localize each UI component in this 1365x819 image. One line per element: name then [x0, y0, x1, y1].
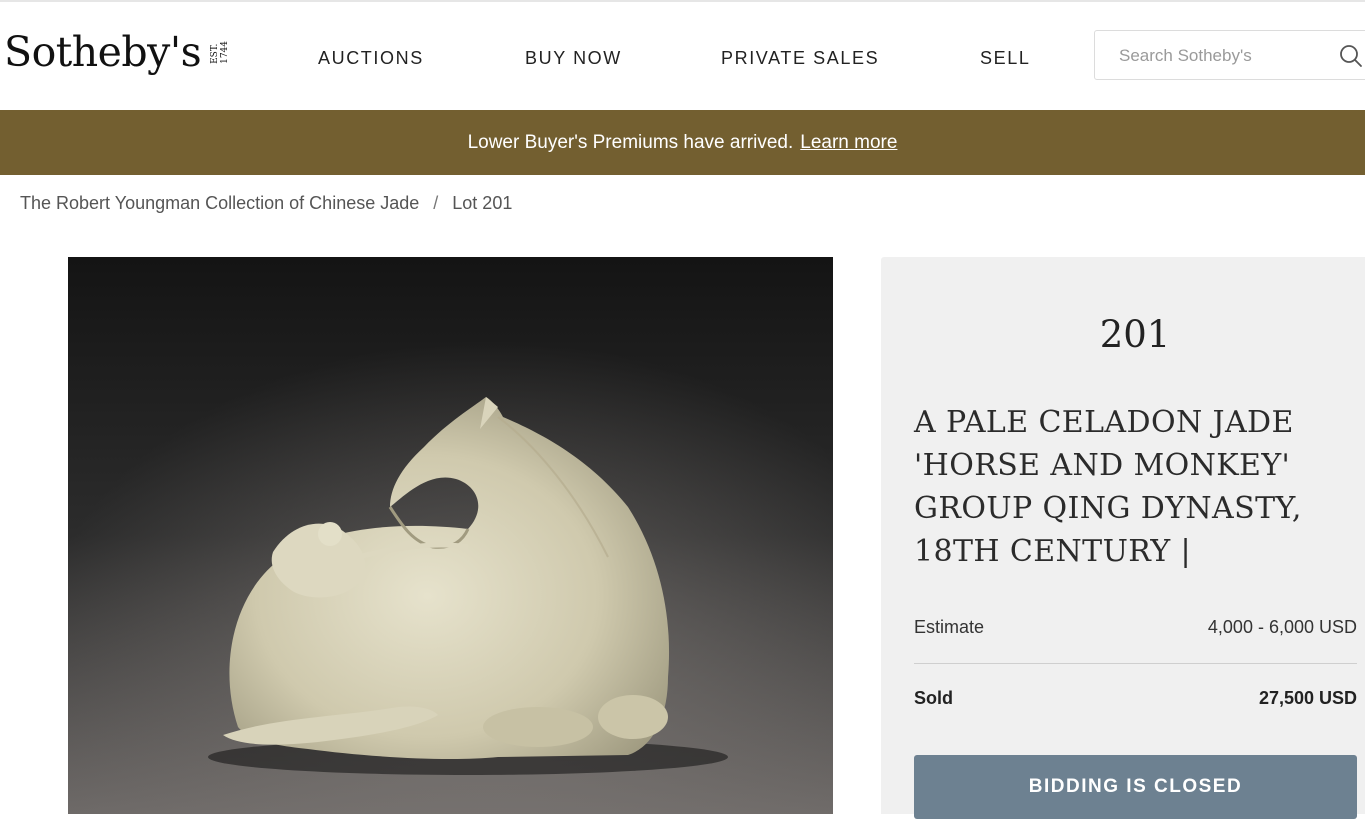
promo-banner: Lower Buyer's Premiums have arrived. Lea…: [0, 110, 1365, 175]
lot-number: 201: [1099, 313, 1171, 356]
breadcrumb-lot: Lot 201: [452, 193, 513, 213]
bidding-closed-button[interactable]: BIDDING IS CLOSED: [914, 755, 1357, 819]
breadcrumb-collection[interactable]: The Robert Youngman Collection of Chines…: [20, 193, 419, 213]
sold-label: Sold: [914, 688, 953, 708]
logo-established: EST. 1744: [210, 41, 230, 64]
divider: [914, 663, 1357, 664]
estimate-value: 4,000 - 6,000 USD: [1207, 617, 1357, 637]
logo-est-label: EST.: [210, 43, 221, 64]
site-header: Sotheby's EST. 1744 AUCTIONS BUY NOW PRI…: [0, 2, 1365, 110]
search-box: [1094, 30, 1365, 81]
nav-auctions[interactable]: AUCTIONS: [318, 48, 424, 69]
breadcrumb: The Robert Youngman Collection of Chines…: [20, 193, 512, 214]
lot-image[interactable]: [68, 257, 833, 814]
jade-horse-and-monkey-photo: [68, 257, 833, 814]
breadcrumb-separator: /: [433, 193, 439, 213]
estimate-label: Estimate: [914, 617, 985, 637]
lot-title: A PALE CELADON JADE 'HORSE AND MONKEY' G…: [914, 405, 1302, 569]
sothebys-logo[interactable]: Sotheby's EST. 1744: [4, 28, 230, 76]
lot-details-panel: 201 A PALE CELADON JADE 'HORSE AND MONKE…: [881, 257, 1365, 819]
nav-sell[interactable]: SELL: [980, 48, 1030, 69]
sold-price: 27,500 USD: [1258, 688, 1357, 708]
search-icon[interactable]: [1339, 44, 1363, 68]
banner-text: Lower Buyer's Premiums have arrived.: [467, 131, 794, 153]
nav-buy-now[interactable]: BUY NOW: [525, 48, 622, 69]
learn-more-link[interactable]: Learn more: [800, 132, 897, 154]
logo-wordmark: Sotheby's: [4, 28, 202, 76]
logo-est-year: 1744: [220, 40, 231, 64]
search-input[interactable]: [1117, 31, 1321, 81]
estimate-row: Estimate 4,000 - 6,000 USD: [914, 617, 1357, 638]
nav-private-sales[interactable]: PRIVATE SALES: [721, 48, 879, 69]
sold-row: Sold 27,500 USD: [914, 688, 1357, 709]
